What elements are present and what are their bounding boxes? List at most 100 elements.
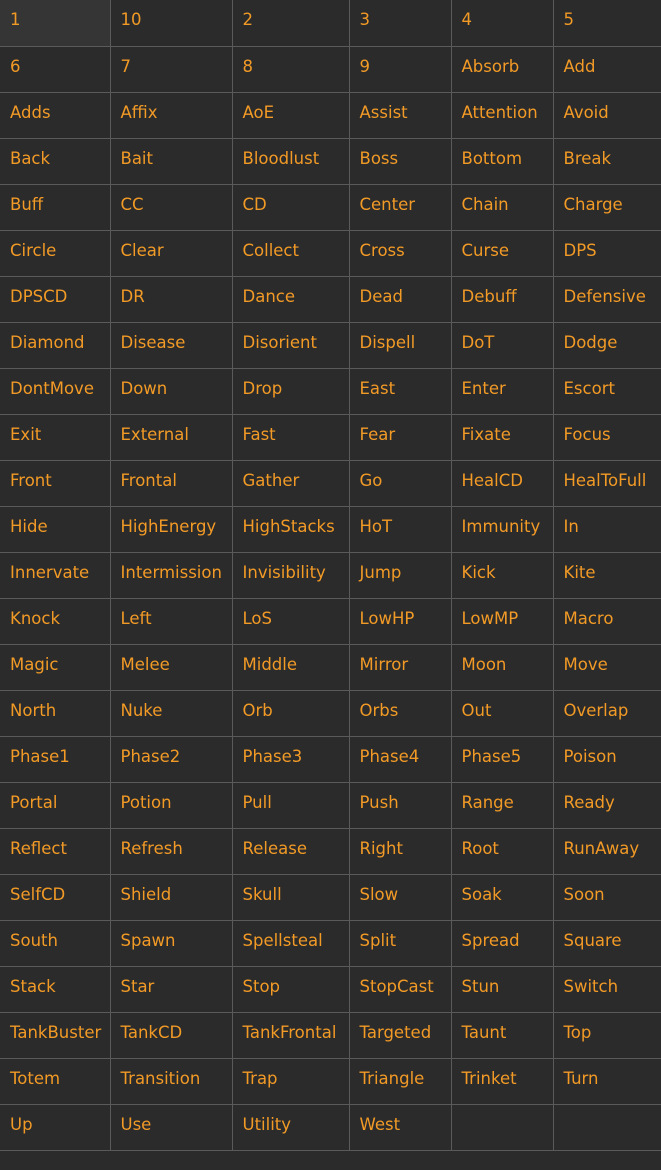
keyword-cell[interactable]: 6 [0, 45, 111, 93]
keyword-cell[interactable]: Phase1 [0, 735, 111, 783]
keyword-cell[interactable]: Dodge [552, 321, 661, 369]
keyword-cell[interactable]: Bait [109, 137, 233, 185]
keyword-cell[interactable]: Clear [109, 229, 233, 277]
keyword-cell[interactable]: Gather [231, 459, 350, 507]
keyword-cell[interactable]: Dispell [348, 321, 452, 369]
keyword-cell[interactable]: Mirror [348, 643, 452, 691]
keyword-cell[interactable]: Poison [552, 735, 661, 783]
keyword-cell[interactable]: Attention [450, 91, 554, 139]
keyword-cell[interactable]: Curse [450, 229, 554, 277]
keyword-cell[interactable]: Triangle [348, 1057, 452, 1105]
keyword-cell[interactable]: Melee [109, 643, 233, 691]
keyword-cell[interactable]: Phase3 [231, 735, 350, 783]
keyword-cell[interactable]: 8 [231, 45, 350, 93]
keyword-cell[interactable]: Targeted [348, 1011, 452, 1059]
keyword-cell[interactable]: Frontal [109, 459, 233, 507]
keyword-cell[interactable]: Phase4 [348, 735, 452, 783]
keyword-cell[interactable]: Disorient [231, 321, 350, 369]
keyword-cell[interactable]: LowHP [348, 597, 452, 645]
keyword-cell[interactable]: 3 [348, 0, 452, 47]
keyword-cell[interactable]: Right [348, 827, 452, 875]
keyword-cell[interactable]: Refresh [109, 827, 233, 875]
keyword-cell[interactable]: Down [109, 367, 233, 415]
keyword-cell[interactable]: Totem [0, 1057, 111, 1105]
keyword-cell[interactable]: Trap [231, 1057, 350, 1105]
keyword-cell[interactable]: Pull [231, 781, 350, 829]
keyword-cell[interactable]: StopCast [348, 965, 452, 1013]
keyword-cell[interactable]: SelfCD [0, 873, 111, 921]
keyword-cell[interactable]: Taunt [450, 1011, 554, 1059]
keyword-cell[interactable]: Trinket [450, 1057, 554, 1105]
keyword-cell[interactable]: 2 [231, 0, 350, 47]
keyword-cell[interactable]: Kick [450, 551, 554, 599]
keyword-cell[interactable]: Add [552, 45, 661, 93]
keyword-cell[interactable]: Phase2 [109, 735, 233, 783]
keyword-cell[interactable]: Focus [552, 413, 661, 461]
keyword-cell[interactable]: Range [450, 781, 554, 829]
keyword-cell[interactable]: South [0, 919, 111, 967]
keyword-cell[interactable]: Dead [348, 275, 452, 323]
keyword-cell[interactable]: CC [109, 183, 233, 231]
keyword-cell[interactable]: Go [348, 459, 452, 507]
keyword-cell[interactable]: Split [348, 919, 452, 967]
keyword-cell[interactable]: Back [0, 137, 111, 185]
keyword-cell[interactable]: 9 [348, 45, 452, 93]
keyword-cell[interactable]: Macro [552, 597, 661, 645]
keyword-cell[interactable]: Adds [0, 91, 111, 139]
keyword-cell[interactable]: Assist [348, 91, 452, 139]
keyword-cell[interactable]: Kite [552, 551, 661, 599]
keyword-cell[interactable]: Stop [231, 965, 350, 1013]
keyword-cell[interactable]: Switch [552, 965, 661, 1013]
keyword-cell[interactable]: Push [348, 781, 452, 829]
keyword-cell[interactable]: 10 [109, 0, 233, 47]
keyword-cell[interactable]: TankFrontal [231, 1011, 350, 1059]
keyword-cell[interactable]: Defensive [552, 275, 661, 323]
keyword-cell[interactable]: Boss [348, 137, 452, 185]
keyword-cell[interactable]: Disease [109, 321, 233, 369]
keyword-cell[interactable]: Transition [109, 1057, 233, 1105]
keyword-cell[interactable]: Center [348, 183, 452, 231]
keyword-cell[interactable]: Move [552, 643, 661, 691]
keyword-cell[interactable]: Ready [552, 781, 661, 829]
keyword-cell[interactable]: Slow [348, 873, 452, 921]
keyword-cell[interactable]: In [552, 505, 661, 553]
keyword-cell[interactable]: Spellsteal [231, 919, 350, 967]
keyword-cell[interactable]: Charge [552, 183, 661, 231]
keyword-cell[interactable]: Affix [109, 91, 233, 139]
keyword-cell[interactable]: Overlap [552, 689, 661, 737]
keyword-cell[interactable]: Knock [0, 597, 111, 645]
keyword-cell[interactable]: Escort [552, 367, 661, 415]
keyword-cell[interactable]: Avoid [552, 91, 661, 139]
keyword-cell[interactable]: Portal [0, 781, 111, 829]
keyword-cell[interactable]: East [348, 367, 452, 415]
keyword-cell[interactable]: DoT [450, 321, 554, 369]
keyword-cell[interactable]: Bloodlust [231, 137, 350, 185]
keyword-cell[interactable]: Hide [0, 505, 111, 553]
keyword-cell[interactable]: Up [0, 1103, 111, 1151]
keyword-cell[interactable]: Orbs [348, 689, 452, 737]
keyword-cell[interactable]: Invisibility [231, 551, 350, 599]
keyword-cell[interactable]: TankBuster [0, 1011, 111, 1059]
keyword-cell[interactable]: 7 [109, 45, 233, 93]
keyword-cell[interactable]: Debuff [450, 275, 554, 323]
keyword-cell[interactable]: Potion [109, 781, 233, 829]
keyword-cell[interactable]: Top [552, 1011, 661, 1059]
keyword-cell[interactable]: DPS [552, 229, 661, 277]
keyword-cell[interactable]: Left [109, 597, 233, 645]
keyword-cell[interactable]: Enter [450, 367, 554, 415]
keyword-cell[interactable]: AoE [231, 91, 350, 139]
keyword-cell[interactable]: 5 [552, 0, 661, 47]
keyword-cell[interactable]: Absorb [450, 45, 554, 93]
keyword-cell[interactable]: Magic [0, 643, 111, 691]
keyword-cell[interactable]: Innervate [0, 551, 111, 599]
keyword-cell[interactable]: Utility [231, 1103, 350, 1151]
keyword-cell[interactable]: RunAway [552, 827, 661, 875]
keyword-cell[interactable]: Turn [552, 1057, 661, 1105]
keyword-cell[interactable]: Soak [450, 873, 554, 921]
keyword-cell[interactable]: 1 [0, 0, 111, 47]
keyword-cell[interactable]: HighStacks [231, 505, 350, 553]
keyword-cell[interactable]: Fast [231, 413, 350, 461]
keyword-cell[interactable]: Out [450, 689, 554, 737]
keyword-cell[interactable]: Nuke [109, 689, 233, 737]
keyword-cell[interactable]: TankCD [109, 1011, 233, 1059]
